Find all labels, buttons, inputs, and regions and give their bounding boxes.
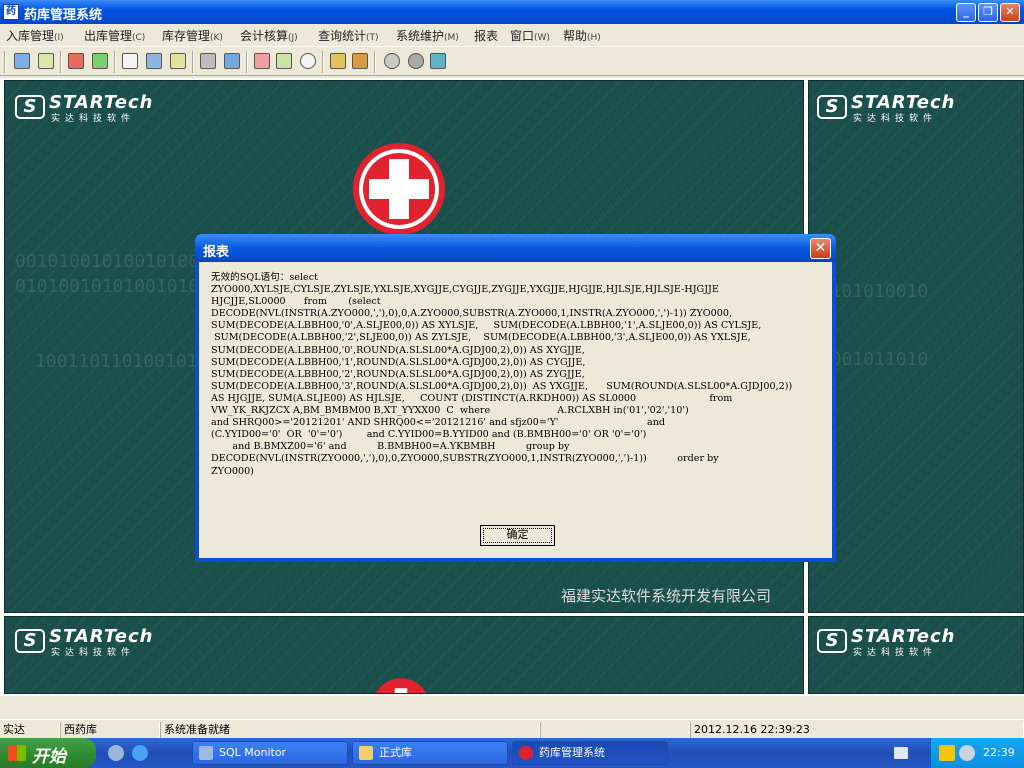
- report-error-dialog: 报表 ✕ 无效的SQL语句：select ZYO000,XYLSJE,CYLSJ…: [195, 234, 836, 562]
- key-icon[interactable]: [352, 53, 368, 69]
- splash-panel-bottom: S STARTech 实达科技软件: [4, 616, 804, 694]
- menu-accounting[interactable]: 会计核算(J): [240, 27, 298, 44]
- menu-help[interactable]: 帮助(H): [563, 27, 601, 44]
- menu-outbound[interactable]: 出库管理(C): [84, 27, 145, 44]
- menu-query[interactable]: 查询统计(T): [318, 27, 379, 44]
- volume-icon[interactable]: [959, 745, 975, 761]
- calculator-icon[interactable]: [200, 53, 216, 69]
- red-cross-icon: [375, 678, 427, 693]
- status-company: 实达: [0, 722, 60, 738]
- status-department: 西药库: [60, 722, 160, 738]
- check-icon[interactable]: [92, 53, 108, 69]
- security-shield-icon[interactable]: [939, 745, 955, 761]
- task-sql-monitor[interactable]: SQL Monitor: [192, 741, 348, 765]
- start-button[interactable]: 开始: [0, 738, 96, 768]
- folder-icon: [359, 746, 373, 760]
- money-icon[interactable]: [330, 53, 346, 69]
- import-icon[interactable]: [14, 53, 30, 69]
- table-icon[interactable]: [224, 53, 240, 69]
- taskbar: 开始 SQL Monitor 正式库 药库管理系统 22:39: [0, 738, 1024, 768]
- status-empty: [540, 722, 690, 738]
- menu-reports[interactable]: 报表: [474, 27, 498, 44]
- book-icon[interactable]: [68, 53, 84, 69]
- dialog-close-button[interactable]: ✕: [810, 238, 831, 259]
- tray-clock[interactable]: 22:39: [983, 746, 1015, 759]
- startech-logo: S STARTech 实达科技软件: [15, 92, 152, 125]
- toolbar-separator: [374, 51, 376, 73]
- task-pharmacy-system[interactable]: 药库管理系统: [512, 741, 668, 765]
- menu-system[interactable]: 系统维护(M): [396, 27, 459, 44]
- status-message: 系统准备就绪: [160, 722, 540, 738]
- internet-explorer-icon[interactable]: [132, 745, 148, 761]
- startech-logo: S STARTech 实达科技软件: [817, 92, 954, 125]
- menu-bar: 入库管理(I) 出库管理(C) 库存管理(K) 会计核算(J) 查询统计(T) …: [0, 24, 1024, 44]
- menu-inbound[interactable]: 入库管理(I): [6, 27, 64, 44]
- error-message: 无效的SQL语句：select ZYO000,XYLSJE,CYLSJE,ZYL…: [211, 272, 793, 477]
- menu-window[interactable]: 窗口(W): [510, 27, 550, 44]
- ok-button[interactable]: 确定: [480, 525, 555, 546]
- tools-icon[interactable]: [276, 53, 292, 69]
- list-icon[interactable]: [170, 53, 186, 69]
- stop-icon[interactable]: [384, 53, 400, 69]
- toolbar-separator: [4, 51, 6, 73]
- keyboard-icon[interactable]: [894, 747, 908, 759]
- search-icon[interactable]: [300, 53, 316, 69]
- window-title: 药库管理系统: [24, 8, 103, 23]
- startech-logo: S STARTech 实达科技软件: [15, 626, 152, 659]
- toolbar-separator: [322, 51, 324, 73]
- sql-monitor-icon: [199, 746, 213, 760]
- restore-button[interactable]: ❐: [978, 3, 998, 22]
- splash-panel-bottom-right: S STARTech 实达科技软件: [808, 616, 1024, 694]
- report-icon[interactable]: [254, 53, 270, 69]
- clipboard-icon[interactable]: [122, 53, 138, 69]
- splash-panel-right: 10101010010 11001011010 S STARTech 实达科技软…: [808, 80, 1024, 613]
- status-datetime: 2012.12.16 22:39:23: [690, 722, 1024, 738]
- close-window-button[interactable]: ✕: [1000, 3, 1020, 22]
- menu-inventory[interactable]: 库存管理(K): [162, 27, 223, 44]
- task-production-db[interactable]: 正式库: [352, 741, 508, 765]
- windows-flag-icon: [8, 745, 26, 761]
- system-tray: 22:39: [930, 738, 1024, 768]
- toolbar-separator: [192, 51, 194, 73]
- dialog-title: 报表: [203, 245, 230, 260]
- toolbar-separator: [60, 51, 62, 73]
- toolbar-separator: [246, 51, 248, 73]
- dialog-body: 无效的SQL语句：select ZYO000,XYLSJE,CYLSJE,ZYL…: [199, 262, 832, 558]
- window-titlebar[interactable]: 药 药库管理系统 _ ❐ ✕: [0, 0, 1024, 24]
- pharmacy-app-icon: [519, 746, 533, 760]
- toolbar: [0, 46, 1024, 76]
- dialog-titlebar[interactable]: 报表 ✕: [195, 234, 836, 262]
- show-desktop-icon[interactable]: [108, 745, 124, 761]
- company-name: 福建实达软件系统开发有限公司: [561, 587, 772, 605]
- shape-icon[interactable]: [408, 53, 424, 69]
- red-cross-icon: [353, 143, 445, 235]
- toolbar-separator: [114, 51, 116, 73]
- minimize-button[interactable]: _: [956, 3, 976, 22]
- startech-logo: S STARTech 实达科技软件: [817, 626, 954, 659]
- status-bar: 实达 西药库 系统准备就绪 2012.12.16 22:39:23: [0, 719, 1024, 738]
- exit-icon[interactable]: [430, 53, 446, 69]
- edit-icon[interactable]: [38, 53, 54, 69]
- app-icon: 药: [3, 4, 19, 20]
- grid-icon[interactable]: [146, 53, 162, 69]
